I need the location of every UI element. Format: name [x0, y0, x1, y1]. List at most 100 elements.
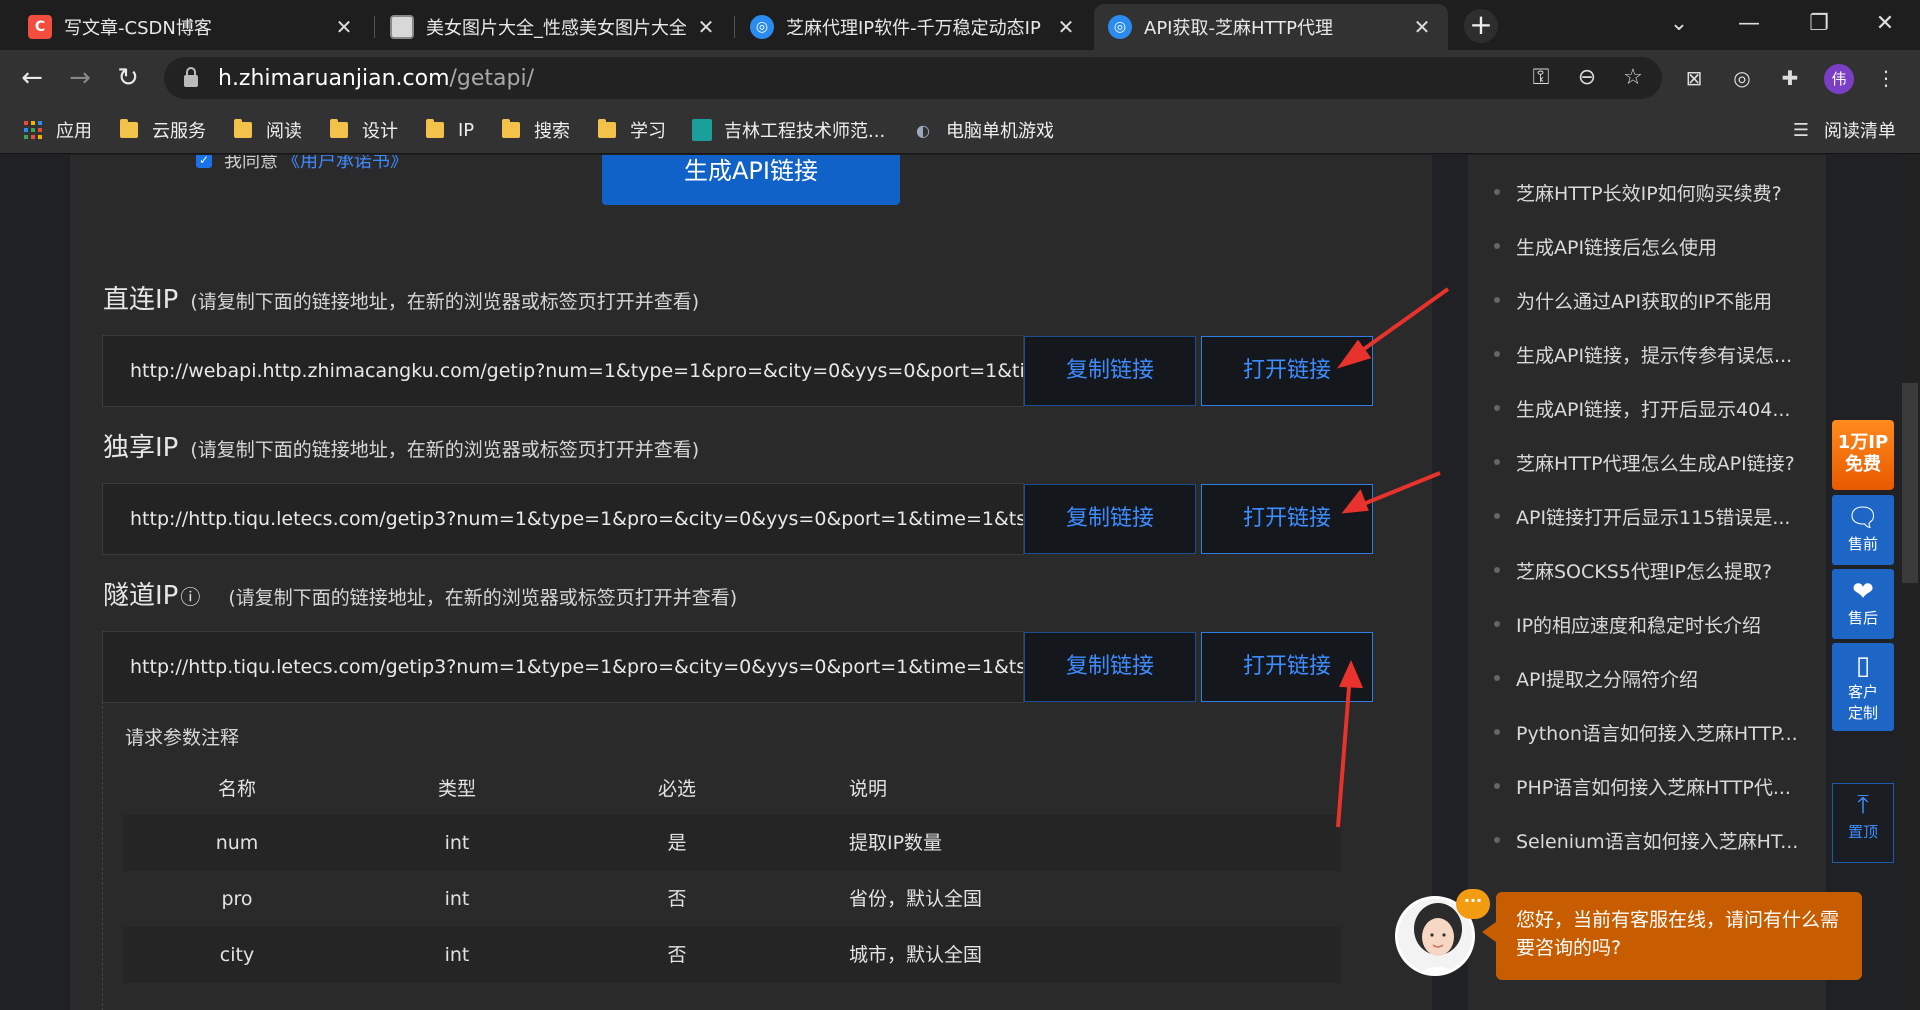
generate-api-button[interactable]: 生成API链接	[602, 155, 900, 205]
restore-button[interactable]: ❐	[1784, 0, 1854, 46]
tab-search-icon[interactable]: ⌄	[1644, 0, 1714, 46]
article-title: API链接打开后显示115错误是...	[1516, 506, 1791, 529]
reading-list-button[interactable]: ☰ 阅读清单	[1790, 116, 1896, 144]
open-link-button[interactable]: 打开链接	[1201, 632, 1373, 702]
list-item[interactable]: 芝麻HTTP代理怎么生成API链接?	[1494, 435, 1814, 489]
close-window-button[interactable]: ✕	[1850, 0, 1920, 46]
close-tab-icon[interactable]: ✕	[332, 15, 356, 39]
list-item[interactable]: Selenium语言如何接入芝麻HT...	[1494, 813, 1814, 867]
csdn-logo-icon: C	[28, 15, 52, 39]
new-tab-button[interactable]: +	[1464, 9, 1498, 43]
request-params-panel: 请求参数注释 名称 类型 必选 说明 num int 是 提取IP数量 pro …	[102, 701, 1362, 1010]
presale-button[interactable]: 🗨 售前	[1832, 495, 1894, 565]
tab-csdn[interactable]: C 写文章-CSDN博客 ✕	[14, 4, 370, 50]
list-item[interactable]: 生成API链接后怎么使用	[1494, 219, 1814, 273]
table-row: num int 是 提取IP数量	[123, 815, 1341, 871]
list-item[interactable]: API提取之分隔符介绍	[1494, 651, 1814, 705]
info-icon[interactable]: ⓘ	[180, 581, 200, 610]
section-hint: (请复制下面的链接地址，在新的浏览器或标签页打开并查看)	[190, 439, 700, 461]
reload-icon[interactable]: ↻	[112, 62, 144, 94]
params-title: 请求参数注释	[125, 727, 240, 749]
extension-x-icon[interactable]: ⊠	[1680, 64, 1708, 92]
bookmark-school[interactable]: 吉林工程技术师范...	[692, 116, 885, 144]
tunnel-ip-url[interactable]: http://http.tiqu.letecs.com/getip3?num=1…	[102, 631, 1024, 703]
bookmark-apps[interactable]: 应用	[22, 116, 92, 144]
bookmark-folder-search[interactable]: 搜索	[502, 116, 570, 144]
article-title: 芝麻HTTP代理怎么生成API链接?	[1516, 452, 1795, 475]
bullet-icon	[1494, 351, 1500, 357]
bullet-icon	[1494, 243, 1500, 249]
menu-kebab-icon[interactable]: ⋮	[1872, 64, 1900, 92]
column-header: 名称	[217, 778, 257, 800]
folder-icon	[330, 119, 348, 138]
list-item[interactable]: 芝麻HTTP长效IP如何购买续费?	[1494, 165, 1814, 219]
bullet-icon	[1494, 675, 1500, 681]
open-link-button[interactable]: 打开链接	[1201, 484, 1373, 554]
profile-avatar[interactable]: 伟	[1824, 64, 1854, 94]
bookmark-folder-ip[interactable]: IP	[426, 116, 474, 144]
direct-ip-url[interactable]: http://webapi.http.zhimacangku.com/getip…	[102, 335, 1024, 407]
copy-link-button[interactable]: 复制链接	[1024, 336, 1196, 406]
chat-message[interactable]: 您好，当前有客服在线，请问有什么需要咨询的吗?	[1482, 892, 1862, 980]
column-header: 类型	[437, 778, 477, 800]
close-tab-icon[interactable]: ✕	[1054, 15, 1078, 39]
custom-button[interactable]: ▯ 客户 定制	[1832, 643, 1894, 731]
bookmark-label: 搜索	[534, 121, 570, 142]
table-row: city int 否 城市，默认全国	[123, 927, 1341, 983]
copy-link-button[interactable]: 复制链接	[1024, 484, 1196, 554]
article-title: Python语言如何接入芝麻HTTP...	[1516, 722, 1798, 745]
zhima-logo-icon: ◎	[750, 15, 774, 39]
aftersale-button[interactable]: ❤ 售后	[1832, 569, 1894, 639]
param-required: 否	[667, 944, 687, 966]
zoom-icon[interactable]: ⊖	[1574, 65, 1600, 91]
scrollbar-thumb[interactable]	[1902, 383, 1918, 583]
list-item[interactable]: API链接打开后显示115错误是...	[1494, 489, 1814, 543]
section-hint: (请复制下面的链接地址，在新的浏览器或标签页打开并查看)	[228, 587, 738, 609]
bookmark-folder-study[interactable]: 学习	[598, 116, 666, 144]
tab-title: API获取-芝麻HTTP代理	[1144, 18, 1334, 39]
list-item[interactable]: IP的相应速度和稳定时长介绍	[1494, 597, 1814, 651]
agreement-checkbox[interactable]: ✓	[196, 155, 212, 168]
user-promise-link[interactable]: 《用户承诺书》	[282, 155, 408, 173]
extensions-puzzle-icon[interactable]: ✚	[1776, 64, 1804, 92]
bookmark-star-icon[interactable]: ☆	[1620, 65, 1646, 91]
back-arrow-icon[interactable]: ←	[16, 62, 48, 94]
list-item[interactable]: 生成API链接，提示传参有误怎...	[1494, 327, 1814, 381]
bookmark-label: 阅读清单	[1824, 121, 1896, 142]
bookmark-folder-cloud[interactable]: 云服务	[120, 116, 206, 144]
extension-reader-icon[interactable]: ◎	[1728, 64, 1756, 92]
list-item[interactable]: 芝麻SOCKS5代理IP怎么提取?	[1494, 543, 1814, 597]
tab-api[interactable]: ◎ API获取-芝麻HTTP代理 ✕	[1094, 4, 1448, 50]
article-title: 为什么通过API获取的IP不能用	[1516, 290, 1773, 313]
lock-icon[interactable]	[184, 67, 198, 87]
bookmark-label: 阅读	[266, 121, 302, 142]
list-item[interactable]: 生成API链接，打开后显示404...	[1494, 381, 1814, 435]
tab-images[interactable]: 美女图片大全_性感美女图片大全 ✕	[376, 4, 732, 50]
bullet-icon	[1494, 567, 1500, 573]
copy-link-button[interactable]: 复制链接	[1024, 632, 1196, 702]
tab-zhima-home[interactable]: ◎ 芝麻代理IP软件-千万稳定动态IP ✕	[736, 4, 1092, 50]
close-tab-icon[interactable]: ✕	[1410, 15, 1434, 39]
address-bar[interactable]: h.zhimaruanjian.com/getapi/ ⚿ ⊖ ☆	[164, 57, 1662, 99]
key-icon[interactable]: ⚿	[1528, 65, 1554, 91]
list-item[interactable]: 为什么通过API获取的IP不能用	[1494, 273, 1814, 327]
bookmark-folder-design[interactable]: 设计	[330, 116, 398, 144]
free-ip-promo[interactable]: 1万IP 免费	[1832, 420, 1894, 490]
article-title: PHP语言如何接入芝麻HTTP代...	[1516, 776, 1791, 799]
minimize-button[interactable]: —	[1714, 0, 1784, 46]
bookmark-games[interactable]: ◐ 电脑单机游戏	[912, 116, 1054, 144]
back-to-top-button[interactable]: ⤒ 置顶	[1832, 783, 1894, 863]
article-title: 芝麻HTTP长效IP如何购买续费?	[1516, 182, 1782, 205]
open-link-button[interactable]: 打开链接	[1201, 336, 1373, 406]
param-desc: 省份，默认全国	[849, 888, 983, 910]
school-site-icon	[692, 119, 712, 141]
article-title: API提取之分隔符介绍	[1516, 668, 1699, 691]
bookmark-folder-reading[interactable]: 阅读	[234, 116, 302, 144]
close-tab-icon[interactable]: ✕	[694, 15, 718, 39]
exclusive-ip-url[interactable]: http://http.tiqu.letecs.com/getip3?num=1…	[102, 483, 1024, 555]
section-title: 隧道IP	[103, 581, 179, 611]
list-item[interactable]: PHP语言如何接入芝麻HTTP代...	[1494, 759, 1814, 813]
reading-list-icon: ☰	[1792, 119, 1810, 141]
list-item[interactable]: Python语言如何接入芝麻HTTP...	[1494, 705, 1814, 759]
forward-arrow-icon[interactable]: →	[64, 62, 96, 94]
